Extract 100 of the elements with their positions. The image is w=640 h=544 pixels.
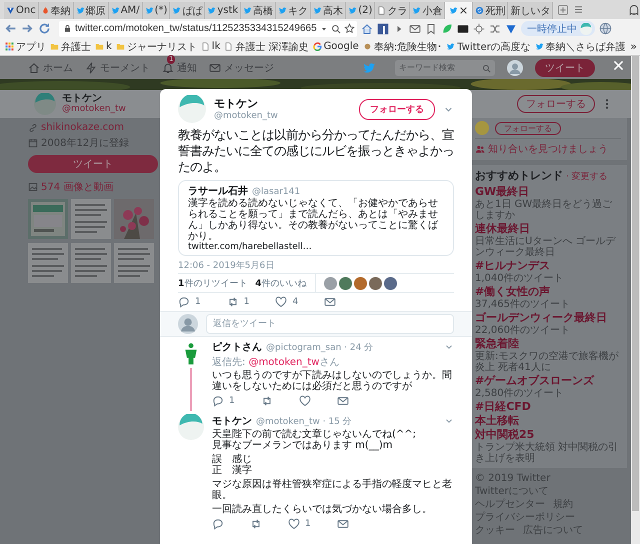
- quoted-text: 漢字を読める読めないじゃなくて、「お健やかであらせられることを願って」まで読んだら、あとは「やみません」しかあり得ない。その教養がないってことに驚くばかり。: [188, 198, 440, 242]
- reply-button[interactable]: [212, 518, 224, 530]
- search-icon[interactable]: [330, 24, 341, 34]
- avatar-icon: [580, 22, 592, 34]
- browser-tab[interactable]: キク: [276, 2, 312, 19]
- forward-arrow-icon[interactable]: [21, 22, 34, 35]
- browser-tab[interactable]: (*): [142, 2, 170, 19]
- retweet-button[interactable]: [250, 518, 262, 530]
- trend-name[interactable]: 本土移転: [475, 414, 621, 427]
- retweet-button[interactable]: 1: [226, 296, 250, 308]
- address-bar[interactable]: twitter.com/motoken_tw/status/1125235334315249665: [59, 20, 357, 36]
- browser-tab[interactable]: 郷原: [74, 2, 109, 19]
- bird-icon: [76, 6, 85, 15]
- message-button[interactable]: [336, 518, 349, 530]
- trend-name[interactable]: 連休最終日: [475, 222, 621, 235]
- ghost-icon[interactable]: [628, 4, 640, 16]
- pause-button[interactable]: 一時停止中: [521, 21, 595, 36]
- stack-icon[interactable]: [573, 4, 584, 15]
- reply-meta: @pictogram_san · 24 分: [266, 342, 374, 354]
- trend-name[interactable]: #ゲームオブスローンズ: [475, 374, 621, 387]
- reply-text: マジな原因は脊柱管狭窄症による手指の軽度マヒと老眼。: [212, 479, 453, 501]
- trend-name[interactable]: 対中関税25: [475, 428, 621, 441]
- reply-button[interactable]: 1: [212, 395, 235, 407]
- browser-tab[interactable]: 死刑: [473, 2, 508, 19]
- more-bookmarks-button[interactable]: »: [630, 40, 637, 53]
- bookmark[interactable]: ジャーナリスト: [114, 40, 199, 54]
- trend-name[interactable]: #働く女性の声: [475, 285, 621, 298]
- tweet-button[interactable]: ツイート: [535, 58, 595, 76]
- avatar-icon: [324, 276, 337, 290]
- globe-icon[interactable]: [599, 22, 612, 35]
- message-button[interactable]: [324, 296, 336, 308]
- browser-tab[interactable]: ystk: [205, 2, 242, 19]
- nav-link[interactable]: モーメント: [85, 60, 150, 74]
- page-icon: [377, 6, 386, 15]
- follow-button[interactable]: フォローする: [359, 98, 435, 120]
- shuffle-icon[interactable]: [489, 22, 501, 34]
- apps-grid-icon: [5, 42, 14, 51]
- browser-tab[interactable]: (2): [346, 2, 376, 19]
- back-arrow-icon[interactable]: [4, 22, 17, 35]
- like-button[interactable]: 4: [275, 296, 298, 308]
- browser-tab[interactable]: [445, 2, 474, 19]
- search-icon: [482, 64, 491, 72]
- trend-description: 更新:モスクワの空港で旅客機が炎上 死者41人に: [475, 351, 620, 373]
- square-icon[interactable]: [457, 22, 469, 34]
- reload-icon[interactable]: [38, 22, 51, 35]
- browser-tab[interactable]: ぱぱ: [170, 2, 206, 19]
- reply-field[interactable]: 返信をツイート: [206, 314, 454, 334]
- quoted-link[interactable]: twitter.com/harebellastell…: [188, 242, 444, 252]
- bookmark[interactable]: Twitterの高度な: [444, 40, 533, 54]
- star-icon[interactable]: [344, 23, 355, 34]
- trend-name[interactable]: #日経CFD: [475, 400, 621, 413]
- mention-link[interactable]: @motoken_tw: [248, 357, 320, 368]
- browser-tab[interactable]: 小倉: [410, 2, 446, 19]
- house-icon[interactable]: [361, 22, 373, 34]
- square-logo-icon[interactable]: [377, 22, 389, 34]
- bookmark[interactable]: 奉納:危険生物･: [360, 40, 444, 54]
- close-icon[interactable]: [459, 6, 468, 15]
- nav-link[interactable]: メッセージ: [209, 60, 274, 74]
- browser-tab[interactable]: クラ: [375, 2, 410, 19]
- envelope-icon[interactable]: [409, 22, 421, 34]
- bird-icon: [534, 42, 544, 51]
- trend-name[interactable]: 緊急着陸: [475, 337, 621, 350]
- crosshair-icon[interactable]: [473, 22, 485, 34]
- trend-name[interactable]: ゴールデンウィーク最終日: [475, 311, 621, 324]
- like-count[interactable]: 4件のいいね: [255, 276, 307, 290]
- bookmark[interactable]: 弁護士: [48, 40, 93, 54]
- like-button[interactable]: 1: [288, 518, 311, 530]
- quoted-tweet[interactable]: ラサール石井 @lasar141 漢字を読める読めないじゃなくて、「お健やかであらせられることを願って」まで読んだら、あとは「やみません」しかあり得ない。その教養がないってことに驚くばかり。 twitter.com/harebellastell…: [178, 180, 454, 256]
- browser-tab[interactable]: 高橋: [241, 2, 276, 19]
- retweet-button[interactable]: [260, 395, 273, 407]
- follow-button[interactable]: フォローする: [517, 95, 595, 113]
- bird-icon: [446, 42, 456, 51]
- nav-link[interactable]: 通知: [162, 60, 197, 74]
- bookmark[interactable]: アプリ: [3, 40, 48, 54]
- browser-tab[interactable]: 新しいタ: [508, 2, 554, 19]
- trend-name[interactable]: GW最終日: [475, 185, 621, 198]
- browser-tab[interactable]: 高木: [311, 2, 346, 19]
- bookmark[interactable]: 奉納＼さらば弁護: [532, 40, 628, 54]
- browser-tab[interactable]: Onc: [4, 2, 39, 19]
- nav-link[interactable]: ホーム: [28, 60, 73, 74]
- bookmark-icon[interactable]: [425, 22, 437, 34]
- bookmark[interactable]: lk: [198, 41, 222, 52]
- message-button[interactable]: [336, 395, 349, 407]
- tweet-button[interactable]: ツイート: [28, 155, 158, 173]
- trend-name[interactable]: #ヒルナンデス: [475, 259, 621, 272]
- bookmark[interactable]: k: [93, 41, 114, 52]
- v-mark-icon[interactable]: [505, 22, 517, 34]
- bookmark[interactable]: 弁護士 深澤諭史: [222, 40, 311, 54]
- bird-icon: [449, 6, 458, 15]
- browser-tab[interactable]: AM/: [108, 2, 143, 19]
- browser-tab[interactable]: 奉納: [38, 2, 74, 19]
- reply-button[interactable]: 1: [178, 296, 201, 308]
- new-tab-icon[interactable]: [557, 4, 570, 16]
- retweet-count[interactable]: 1件のリツイート: [178, 276, 248, 290]
- like-button[interactable]: [298, 395, 311, 407]
- bookmark[interactable]: Google: [310, 41, 361, 52]
- people-icon: [475, 144, 485, 154]
- search-field[interactable]: キーワード検索: [395, 60, 495, 76]
- link-icon: [28, 122, 38, 132]
- scrollbar[interactable]: [631, 56, 640, 544]
